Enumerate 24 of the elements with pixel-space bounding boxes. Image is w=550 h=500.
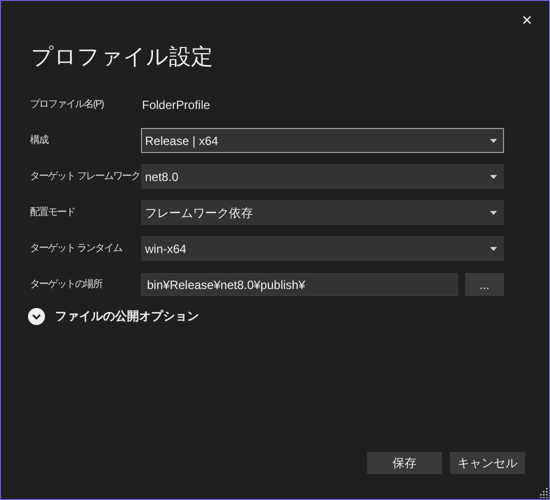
caret-icon [490, 210, 497, 214]
dropdown[interactable]: net8.0 [141, 164, 504, 189]
caret-icon [490, 174, 497, 178]
field-label: ターゲット ランタイム [30, 242, 124, 256]
close-button[interactable]: × [519, 11, 535, 29]
caret-icon [490, 246, 497, 250]
field-label: プロファイル名(P) [30, 98, 105, 112]
browse-button[interactable]: ... [465, 273, 504, 296]
cancel-button[interactable]: キャンセル [450, 452, 525, 474]
path-field[interactable]: bin¥Release¥net8.0¥publish¥ [141, 273, 458, 296]
dropdown[interactable]: フレームワーク依存 [141, 200, 504, 225]
caret-icon [490, 138, 497, 142]
save-button[interactable]: 保存 [367, 452, 442, 474]
field-label: ターゲットの場所 [30, 278, 104, 292]
field-label: 配置モード [30, 206, 76, 220]
chevron-down-icon [28, 308, 45, 324]
field-label: 構成 [30, 134, 50, 148]
dropdown[interactable]: win-x64 [141, 236, 504, 261]
field-value: FolderProfile [141, 96, 210, 114]
window-title: プロファイル設定 [31, 44, 214, 72]
expander-toggle[interactable]: ファイルの公開オプション [28, 307, 199, 325]
field-label: ターゲット フレームワーク [30, 170, 141, 184]
dropdown[interactable]: Release | x64 [141, 128, 504, 153]
resize-grip-icon [538, 488, 548, 498]
